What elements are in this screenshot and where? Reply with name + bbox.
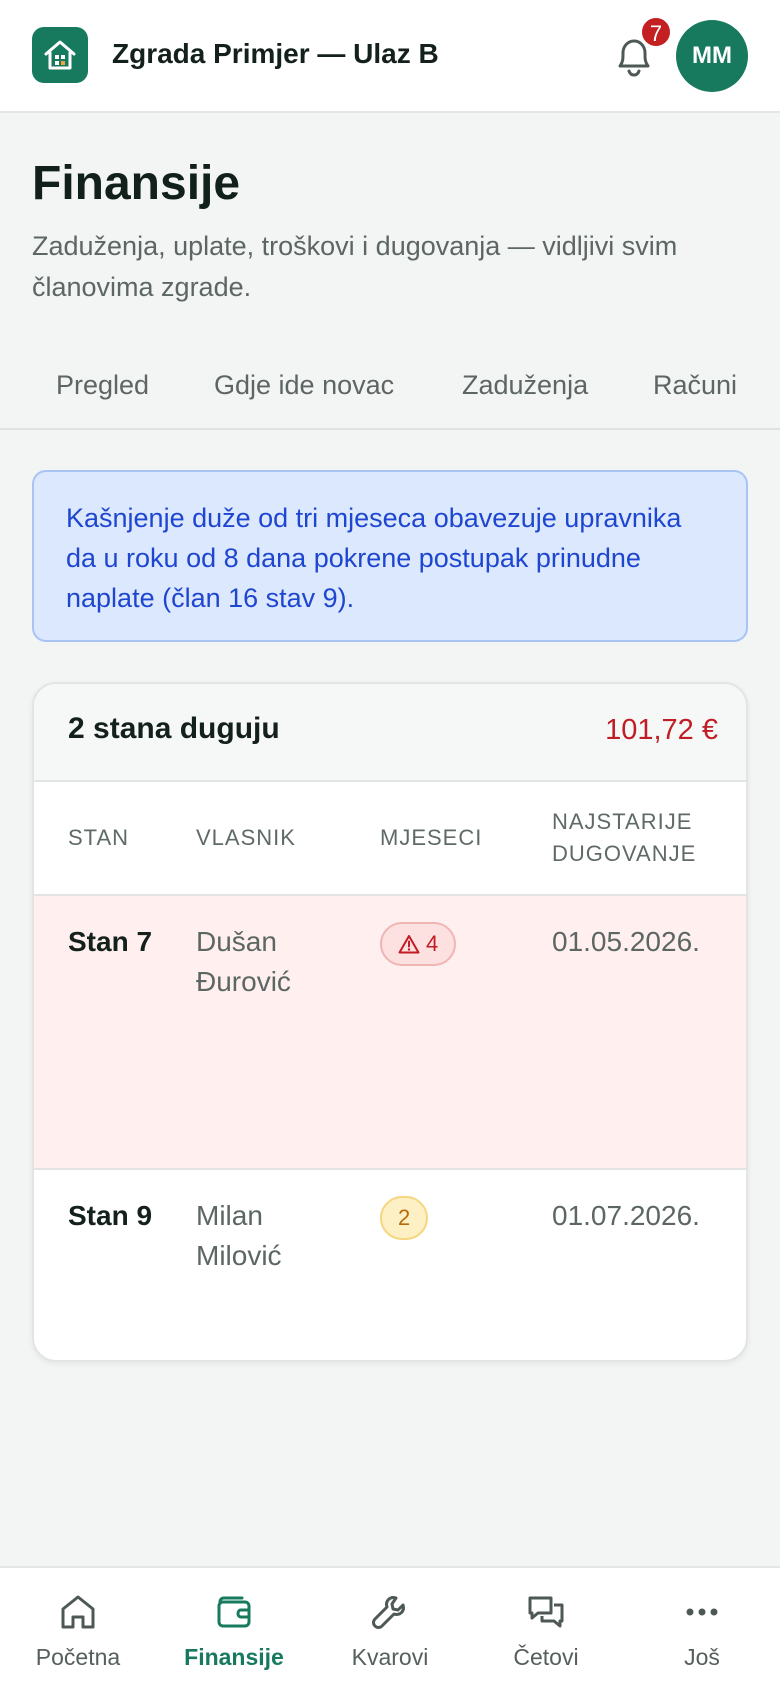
bottom-navigation: Početna Finansije Kvarovi Četovi Još	[0, 1566, 780, 1688]
column-header-unit: STAN	[68, 825, 130, 850]
nav-label: Finansije	[184, 1644, 284, 1670]
page-title: Finansije	[32, 157, 241, 210]
table-header: STAN VLASNIK MJESECI NAJSTARIJE DUGOVANJ…	[34, 782, 746, 896]
nav-label: Početna	[35, 1644, 121, 1670]
months-overdue-count: 4	[426, 931, 439, 956]
building-logo-icon[interactable]	[32, 27, 88, 83]
column-header-oldest-debt: NAJSTARIJE DUGOVANJE	[552, 809, 697, 866]
notification-count-badge: 7	[640, 16, 672, 48]
nav-item-jos[interactable]: Još	[624, 1568, 780, 1688]
table-row[interactable]: Stan 7 Dušan Đurović 4 01.05.2026.	[34, 896, 746, 1170]
months-overdue-badge: 2	[380, 1196, 429, 1240]
row-oldest-debt-date: 01.07.2026.	[552, 1200, 700, 1231]
more-icon	[686, 1608, 718, 1616]
warning-triangle-icon	[398, 935, 420, 954]
row-owner: Milan Milović	[196, 1200, 282, 1271]
tab-racuni[interactable]: Računi	[653, 370, 737, 401]
nav-item-pocetna[interactable]: Početna	[0, 1568, 156, 1688]
debt-total: 101,72 €	[605, 714, 718, 746]
nav-item-kvarovi[interactable]: Kvarovi	[312, 1568, 468, 1688]
row-unit: Stan 7	[68, 926, 153, 957]
nav-label: Još	[684, 1644, 720, 1670]
row-owner: Dušan Đurović	[196, 926, 291, 997]
chat-icon	[528, 1596, 564, 1628]
app-header: Zgrada Primjer — Ulaz B 7 MM	[0, 0, 780, 113]
months-overdue-badge: 4	[380, 922, 457, 966]
row-oldest-debt-date: 01.05.2026.	[552, 926, 700, 957]
finance-tabs: Pregled Gdje ide novac Zaduženja Računi	[0, 360, 780, 430]
tab-zaduzenja[interactable]: Zaduženja	[462, 370, 588, 401]
user-avatar[interactable]: MM	[676, 20, 748, 92]
nav-label: Kvarovi	[351, 1644, 429, 1670]
debtors-card-header: 2 stana duguju 101,72 €	[34, 684, 746, 782]
debtors-title: 2 stana duguju	[68, 712, 280, 745]
debtors-card: 2 stana duguju 101,72 € STAN VLASNIK MJE…	[32, 682, 748, 1362]
page-subtitle: Zaduženja, uplate, troškovi i dugovanja …	[32, 231, 678, 302]
home-icon	[61, 1595, 95, 1629]
wallet-icon	[217, 1596, 251, 1628]
column-header-owner: VLASNIK	[196, 825, 296, 850]
tab-pregled[interactable]: Pregled	[56, 370, 149, 401]
months-overdue-count: 2	[398, 1205, 411, 1230]
row-unit: Stan 9	[68, 1200, 153, 1231]
info-notice: Kašnjenje duže od tri mjeseca obavezuje …	[32, 470, 748, 642]
tab-gdje-ide-novac[interactable]: Gdje ide novac	[214, 370, 394, 401]
nav-item-cetovi[interactable]: Četovi	[468, 1568, 624, 1688]
nav-label: Četovi	[513, 1644, 579, 1670]
nav-item-finansije[interactable]: Finansije	[156, 1568, 312, 1688]
table-row[interactable]: Stan 9 Milan Milović 2 01.07.2026.	[34, 1170, 746, 1360]
column-header-months: MJESECI	[380, 825, 483, 850]
building-name[interactable]: Zgrada Primjer — Ulaz B	[112, 38, 439, 70]
wrench-icon	[372, 1596, 405, 1629]
